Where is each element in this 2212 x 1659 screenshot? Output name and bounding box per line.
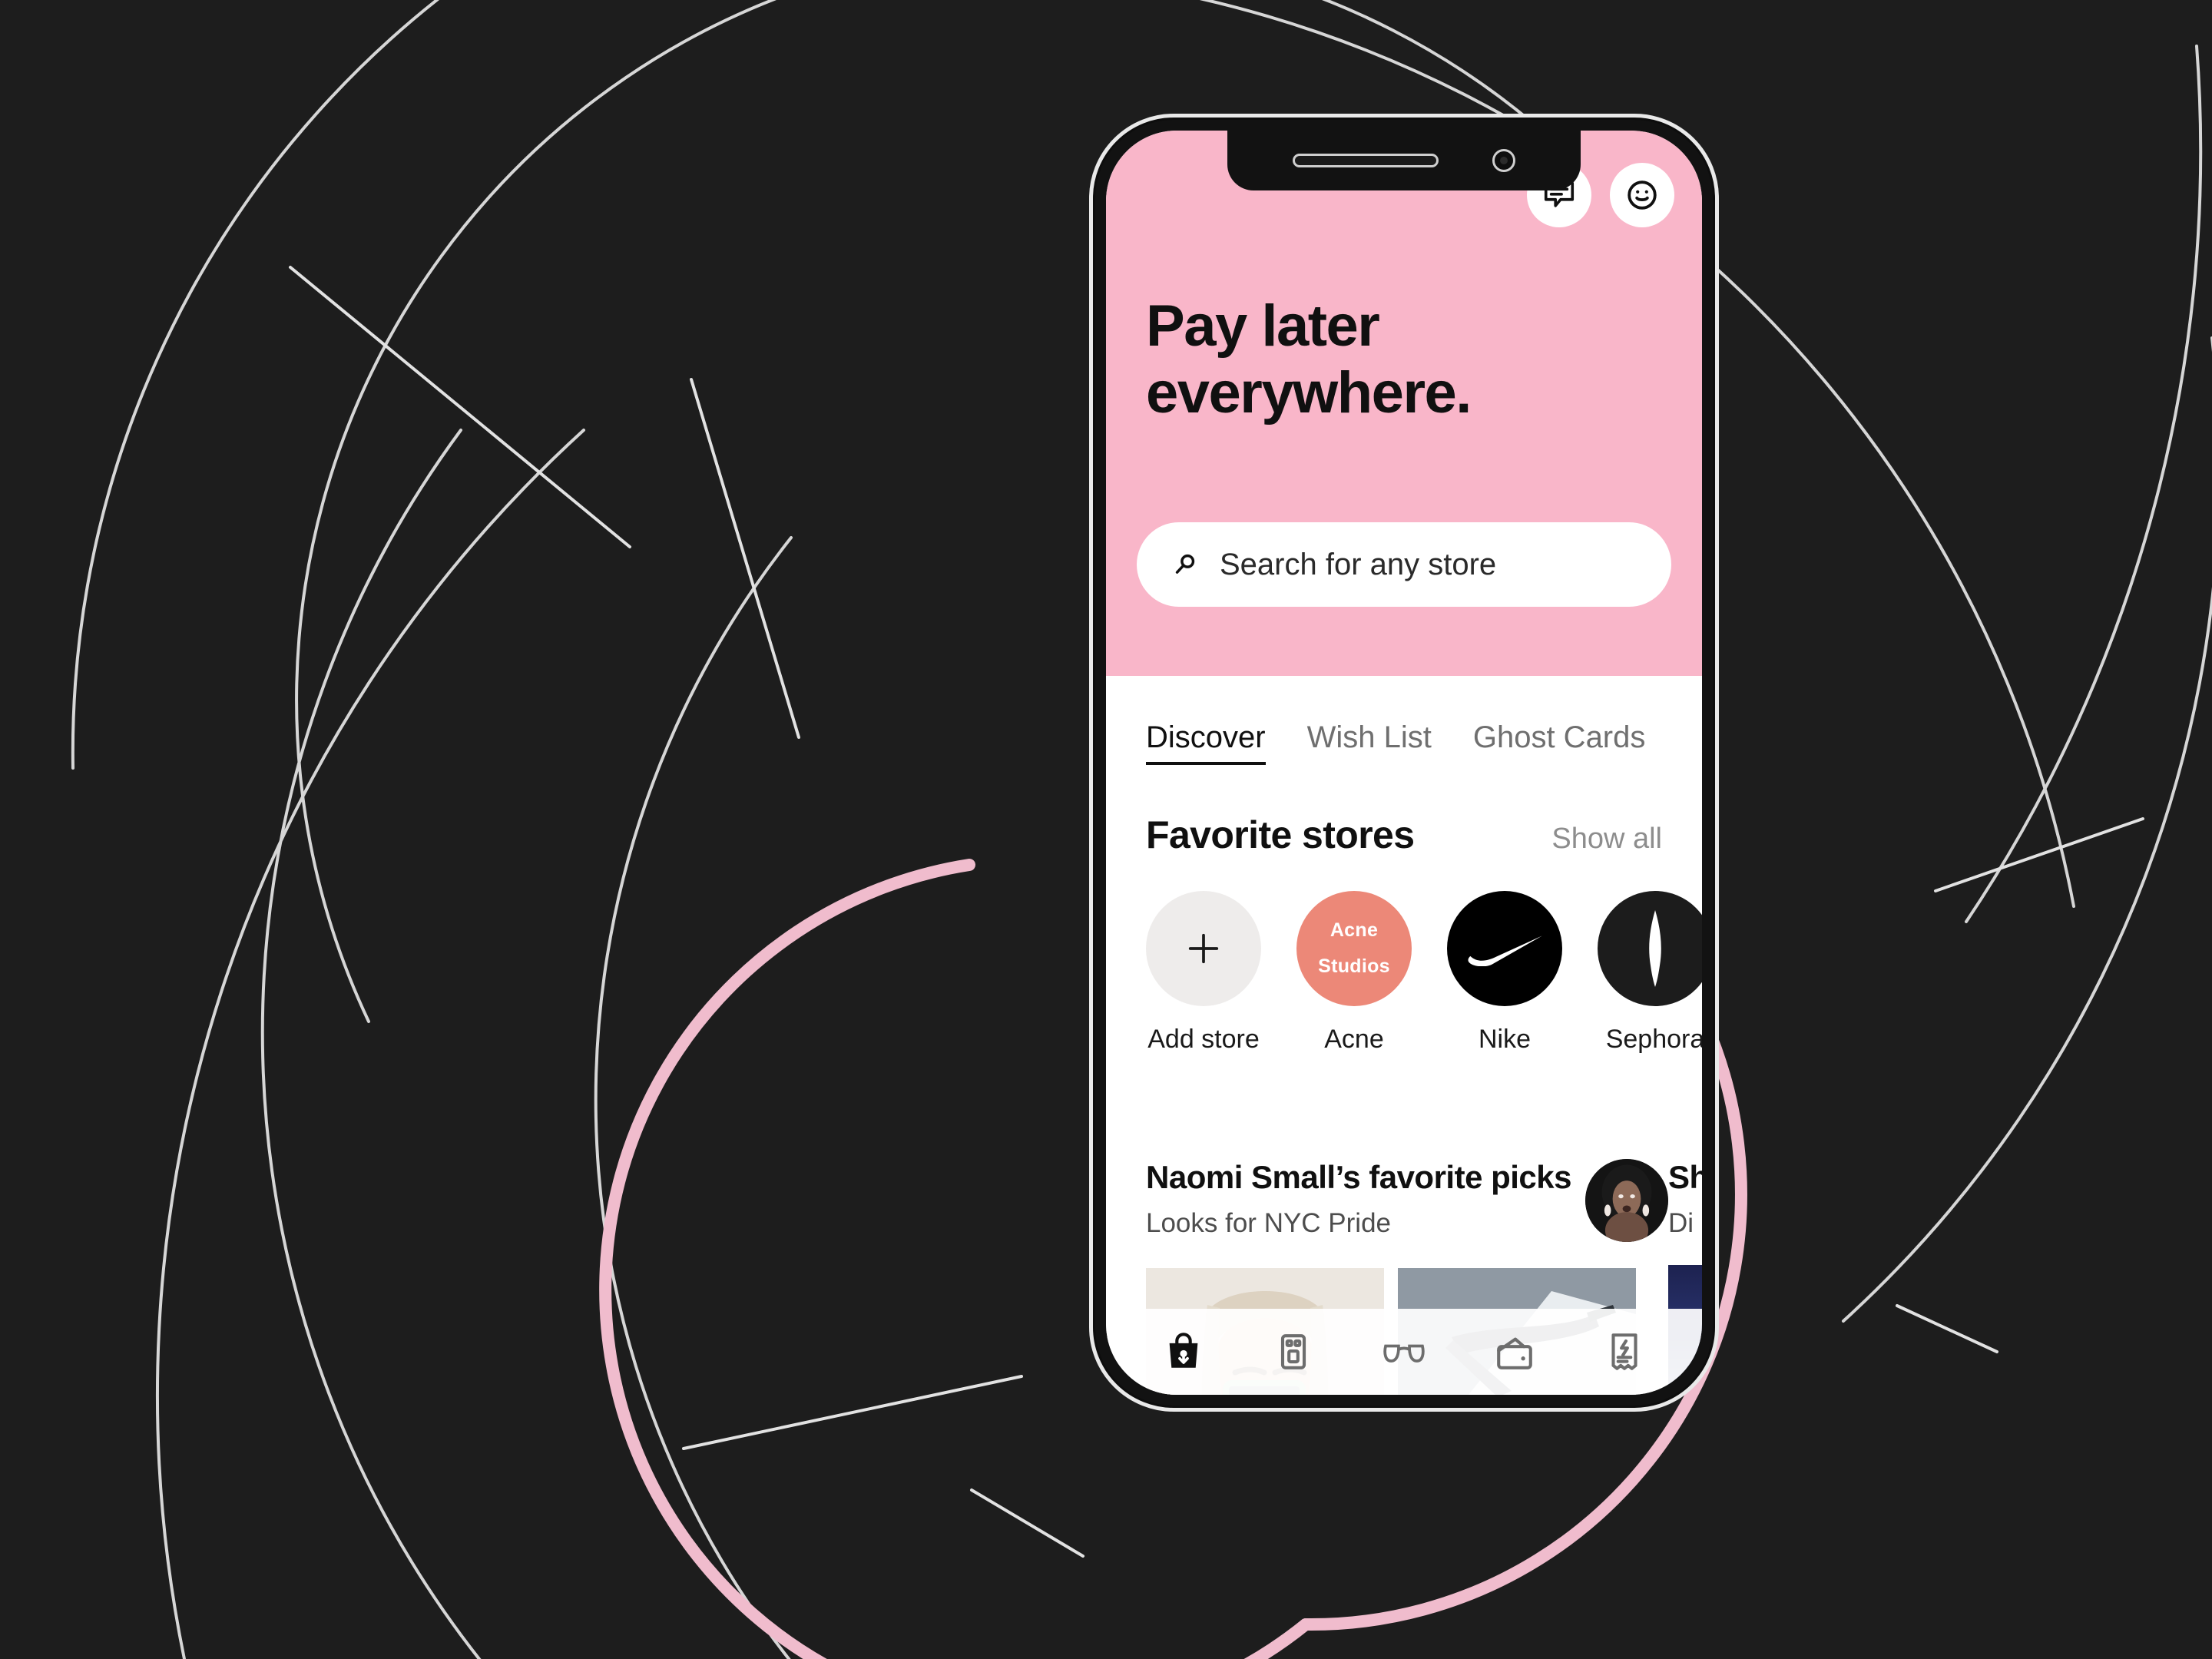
pick-card-header: Naomi Small’s favorite picks Looks for N… (1146, 1159, 1669, 1242)
receipt-icon (1602, 1330, 1647, 1374)
acne-logo: Acne Studios (1296, 891, 1412, 1006)
phone-screen: Pay later everywhere. Search for any sto… (1106, 131, 1702, 1395)
hero-section: Pay later everywhere. Search for any sto… (1106, 131, 1702, 676)
acne-logo-line1: Acne (1330, 919, 1379, 941)
sephora-logo (1598, 891, 1702, 1006)
tab-ghost-cards[interactable]: Ghost Cards (1473, 720, 1646, 765)
nike-swoosh-icon (1465, 931, 1545, 966)
store-item-add[interactable]: Add store (1146, 891, 1261, 1088)
favorite-stores-list[interactable]: Add store Acne Studios Acne Nike Sephora (1106, 857, 1702, 1088)
shopping-bag-icon (1161, 1330, 1206, 1374)
glasses-icon (1380, 1330, 1428, 1374)
nav-item-card[interactable] (1271, 1330, 1316, 1374)
front-camera (1492, 149, 1515, 172)
store-label-nike: Nike (1478, 1025, 1532, 1054)
store-label-sephora: Sephora (1605, 1025, 1702, 1054)
pick-title: Naomi Small’s favorite picks (1146, 1159, 1572, 1195)
phone-mockup: Pay later everywhere. Search for any sto… (1089, 114, 1719, 1412)
show-all-link[interactable]: Show all (1551, 823, 1662, 856)
profile-button[interactable] (1610, 163, 1674, 227)
wallet-icon (1492, 1330, 1537, 1374)
pick-title-2: Sh (1668, 1159, 1702, 1195)
store-label-acne: Acne (1324, 1025, 1384, 1054)
nav-item-browse[interactable] (1380, 1330, 1428, 1374)
phone-notch (1227, 131, 1581, 190)
pick-subtitle: Looks for NYC Pride (1146, 1208, 1392, 1238)
acne-logo-line2: Studios (1318, 955, 1390, 977)
add-store-circle (1146, 891, 1261, 1006)
favorite-stores-title: Favorite stores (1146, 813, 1415, 856)
store-item-nike[interactable]: Nike (1447, 891, 1562, 1088)
search-icon (1171, 550, 1200, 579)
creator-avatar (1585, 1159, 1669, 1242)
bottom-navigation[interactable] (1106, 1309, 1702, 1395)
tab-discover[interactable]: Discover (1146, 720, 1266, 765)
nav-item-wallet[interactable] (1492, 1330, 1537, 1374)
card-device-icon (1271, 1330, 1316, 1374)
favorite-stores-header: Favorite stores Show all (1106, 765, 1702, 857)
tab-bar: Discover Wish List Ghost Cards (1106, 676, 1702, 765)
page-title: Pay later everywhere. (1146, 293, 1472, 426)
store-label-add: Add store (1147, 1025, 1260, 1054)
smiley-icon (1624, 177, 1661, 214)
nav-item-shop[interactable] (1161, 1330, 1206, 1374)
pick-card-header-2: Sh Di (1668, 1159, 1702, 1239)
pick-subtitle-2: Di (1668, 1208, 1694, 1238)
sephora-flame-icon (1640, 909, 1671, 988)
store-item-acne[interactable]: Acne Studios Acne (1296, 891, 1412, 1088)
plus-icon (1182, 927, 1225, 970)
hero-title-line2: everywhere. (1146, 359, 1472, 426)
nav-item-payments[interactable] (1602, 1330, 1647, 1374)
nike-logo (1447, 891, 1562, 1006)
store-item-sephora[interactable]: Sephora (1598, 891, 1702, 1088)
search-input[interactable]: Search for any store (1137, 522, 1671, 607)
tab-wish-list[interactable]: Wish List (1307, 720, 1432, 765)
earpiece-speaker (1293, 154, 1439, 167)
hero-title-line1: Pay later (1146, 293, 1380, 359)
search-placeholder: Search for any store (1220, 547, 1497, 581)
